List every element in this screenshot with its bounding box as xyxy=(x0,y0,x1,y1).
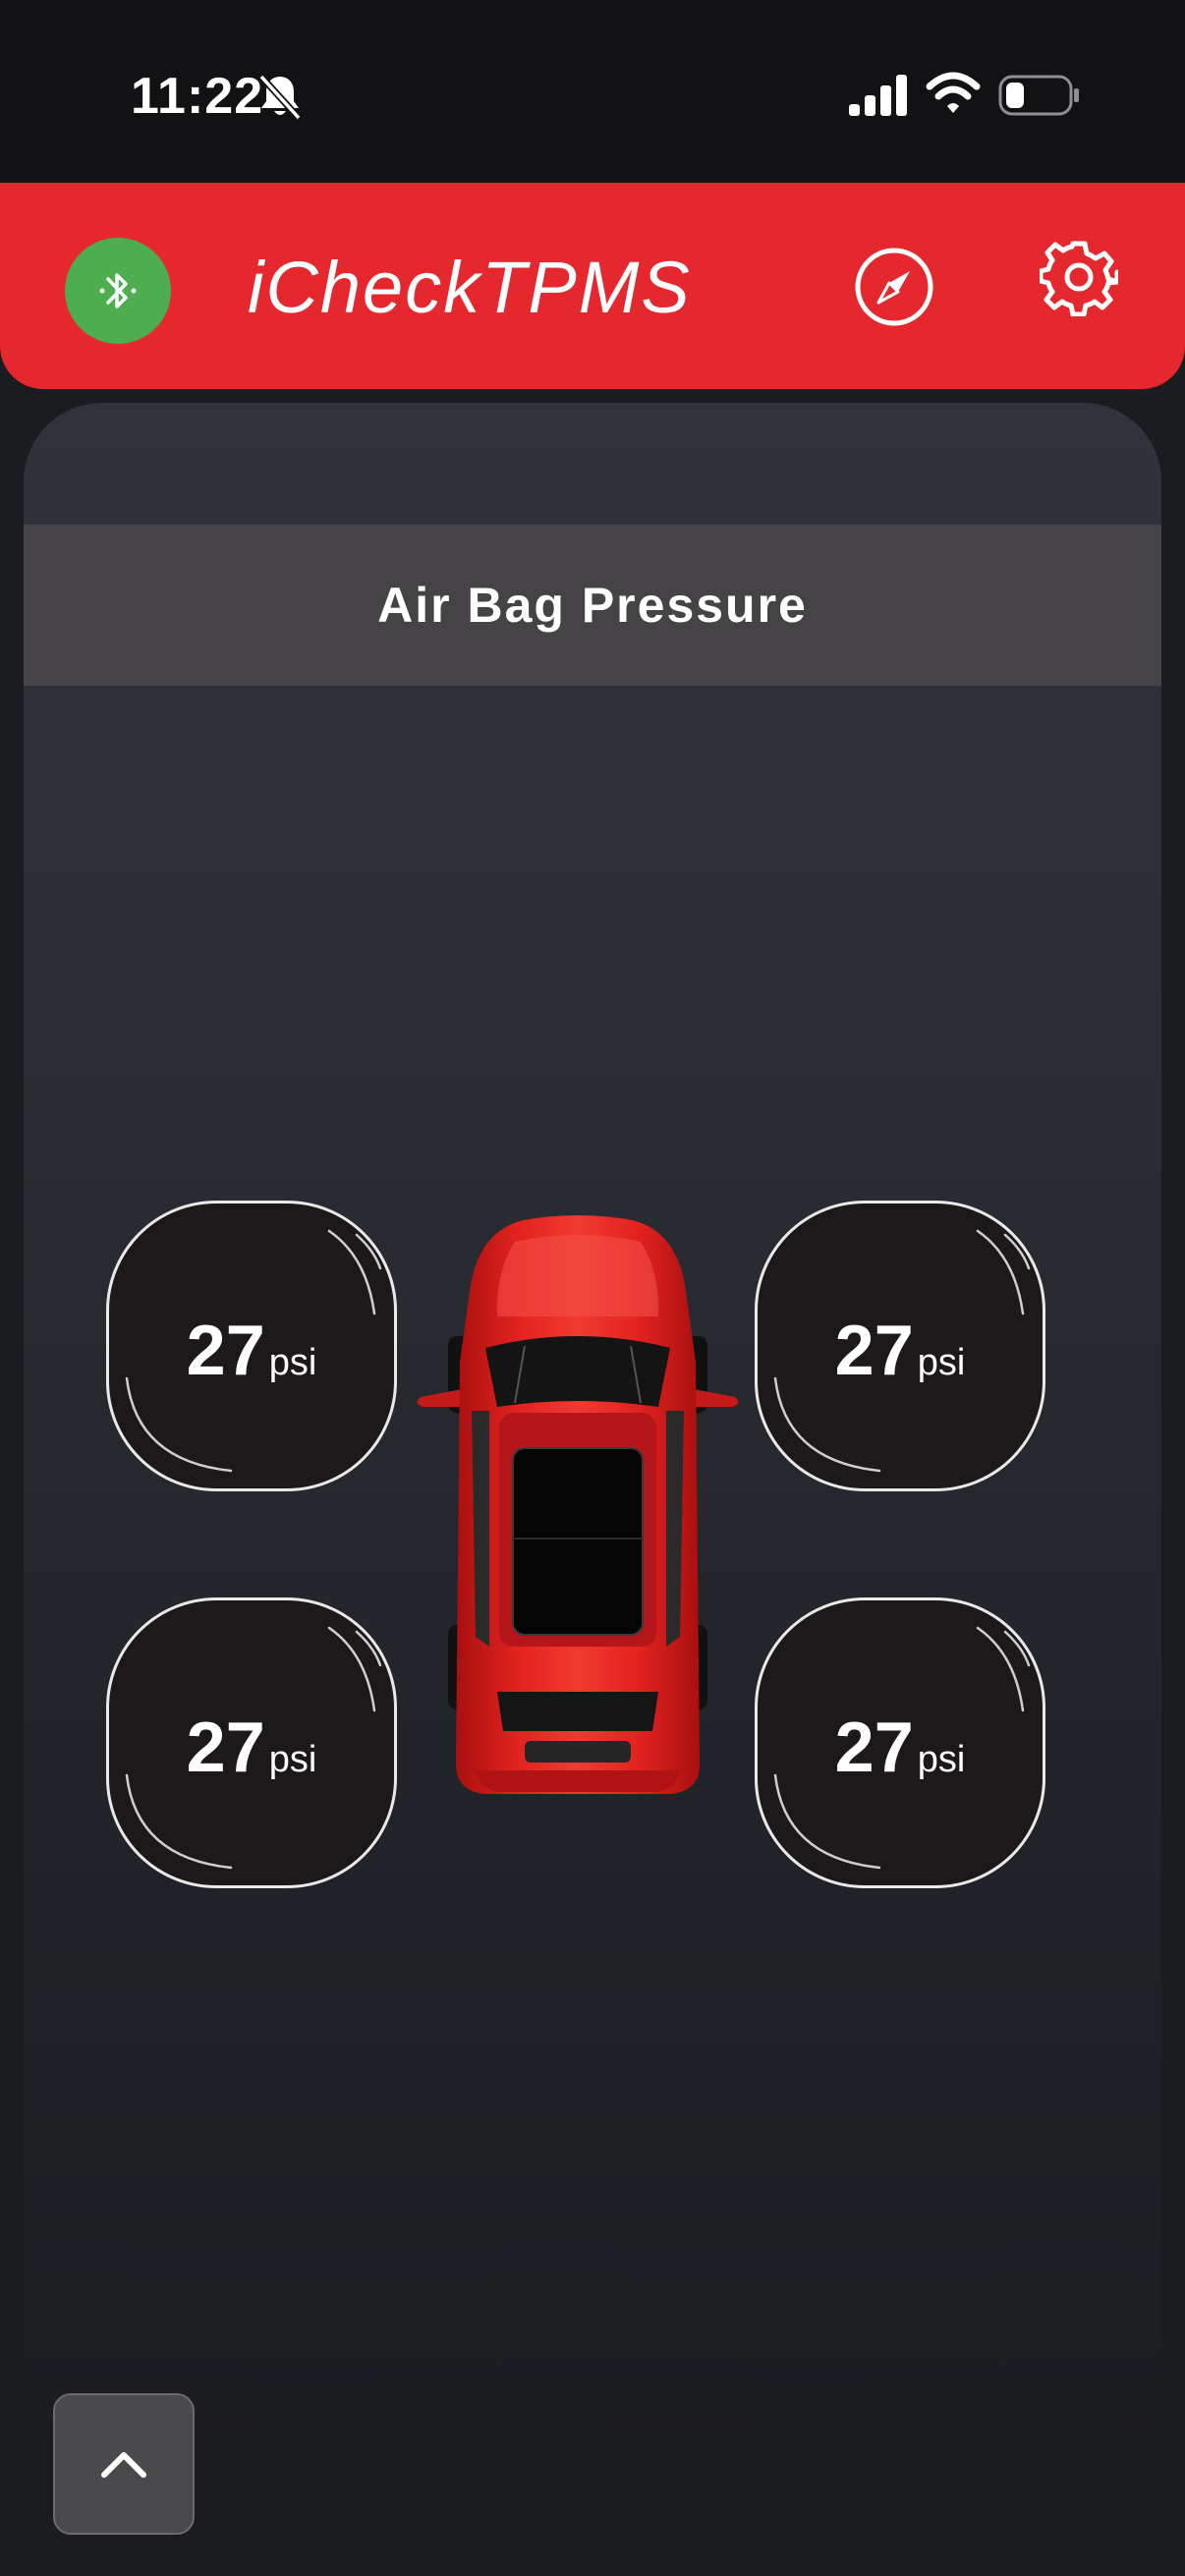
wifi-icon xyxy=(926,72,981,113)
bluetooth-button[interactable] xyxy=(65,238,171,344)
tire-pressure-unit: psi xyxy=(268,1739,317,1780)
bell-slash-icon xyxy=(258,74,302,121)
tire-pressure-unit: psi xyxy=(268,1342,317,1383)
scroll-up-button[interactable] xyxy=(53,2393,195,2535)
battery-icon xyxy=(998,75,1079,116)
app-title: iCheckTPMS xyxy=(248,247,692,328)
car-top-view xyxy=(417,1215,739,1794)
chevron-up-icon xyxy=(101,2452,146,2478)
compass-icon[interactable] xyxy=(853,246,935,328)
tire-front-right[interactable]: 27 psi xyxy=(755,1201,1045,1491)
settings-button[interactable] xyxy=(1038,236,1120,318)
tire-front-left[interactable]: 27 psi xyxy=(106,1201,397,1491)
bluetooth-icon xyxy=(99,273,137,308)
gear-icon xyxy=(1040,241,1118,316)
status-bar: 11:22 xyxy=(0,0,1185,183)
tire-pressure-unit: psi xyxy=(917,1739,966,1780)
tire-rear-left[interactable]: 27 psi xyxy=(106,1597,397,1888)
status-time: 11:22 xyxy=(131,68,264,125)
cellular-signal-icon xyxy=(849,75,907,116)
tire-pressure-value: 27 xyxy=(834,1312,914,1390)
tire-pressure-value: 27 xyxy=(186,1312,265,1390)
tire-rear-right[interactable]: 27 psi xyxy=(755,1597,1045,1888)
app-header: iCheckTPMS xyxy=(0,183,1185,389)
tire-pressure-value: 27 xyxy=(834,1708,914,1787)
section-header: Air Bag Pressure xyxy=(24,525,1161,686)
tire-pressure-value: 27 xyxy=(186,1708,265,1787)
tire-pressure-unit: psi xyxy=(917,1342,966,1383)
section-title: Air Bag Pressure xyxy=(377,578,808,633)
